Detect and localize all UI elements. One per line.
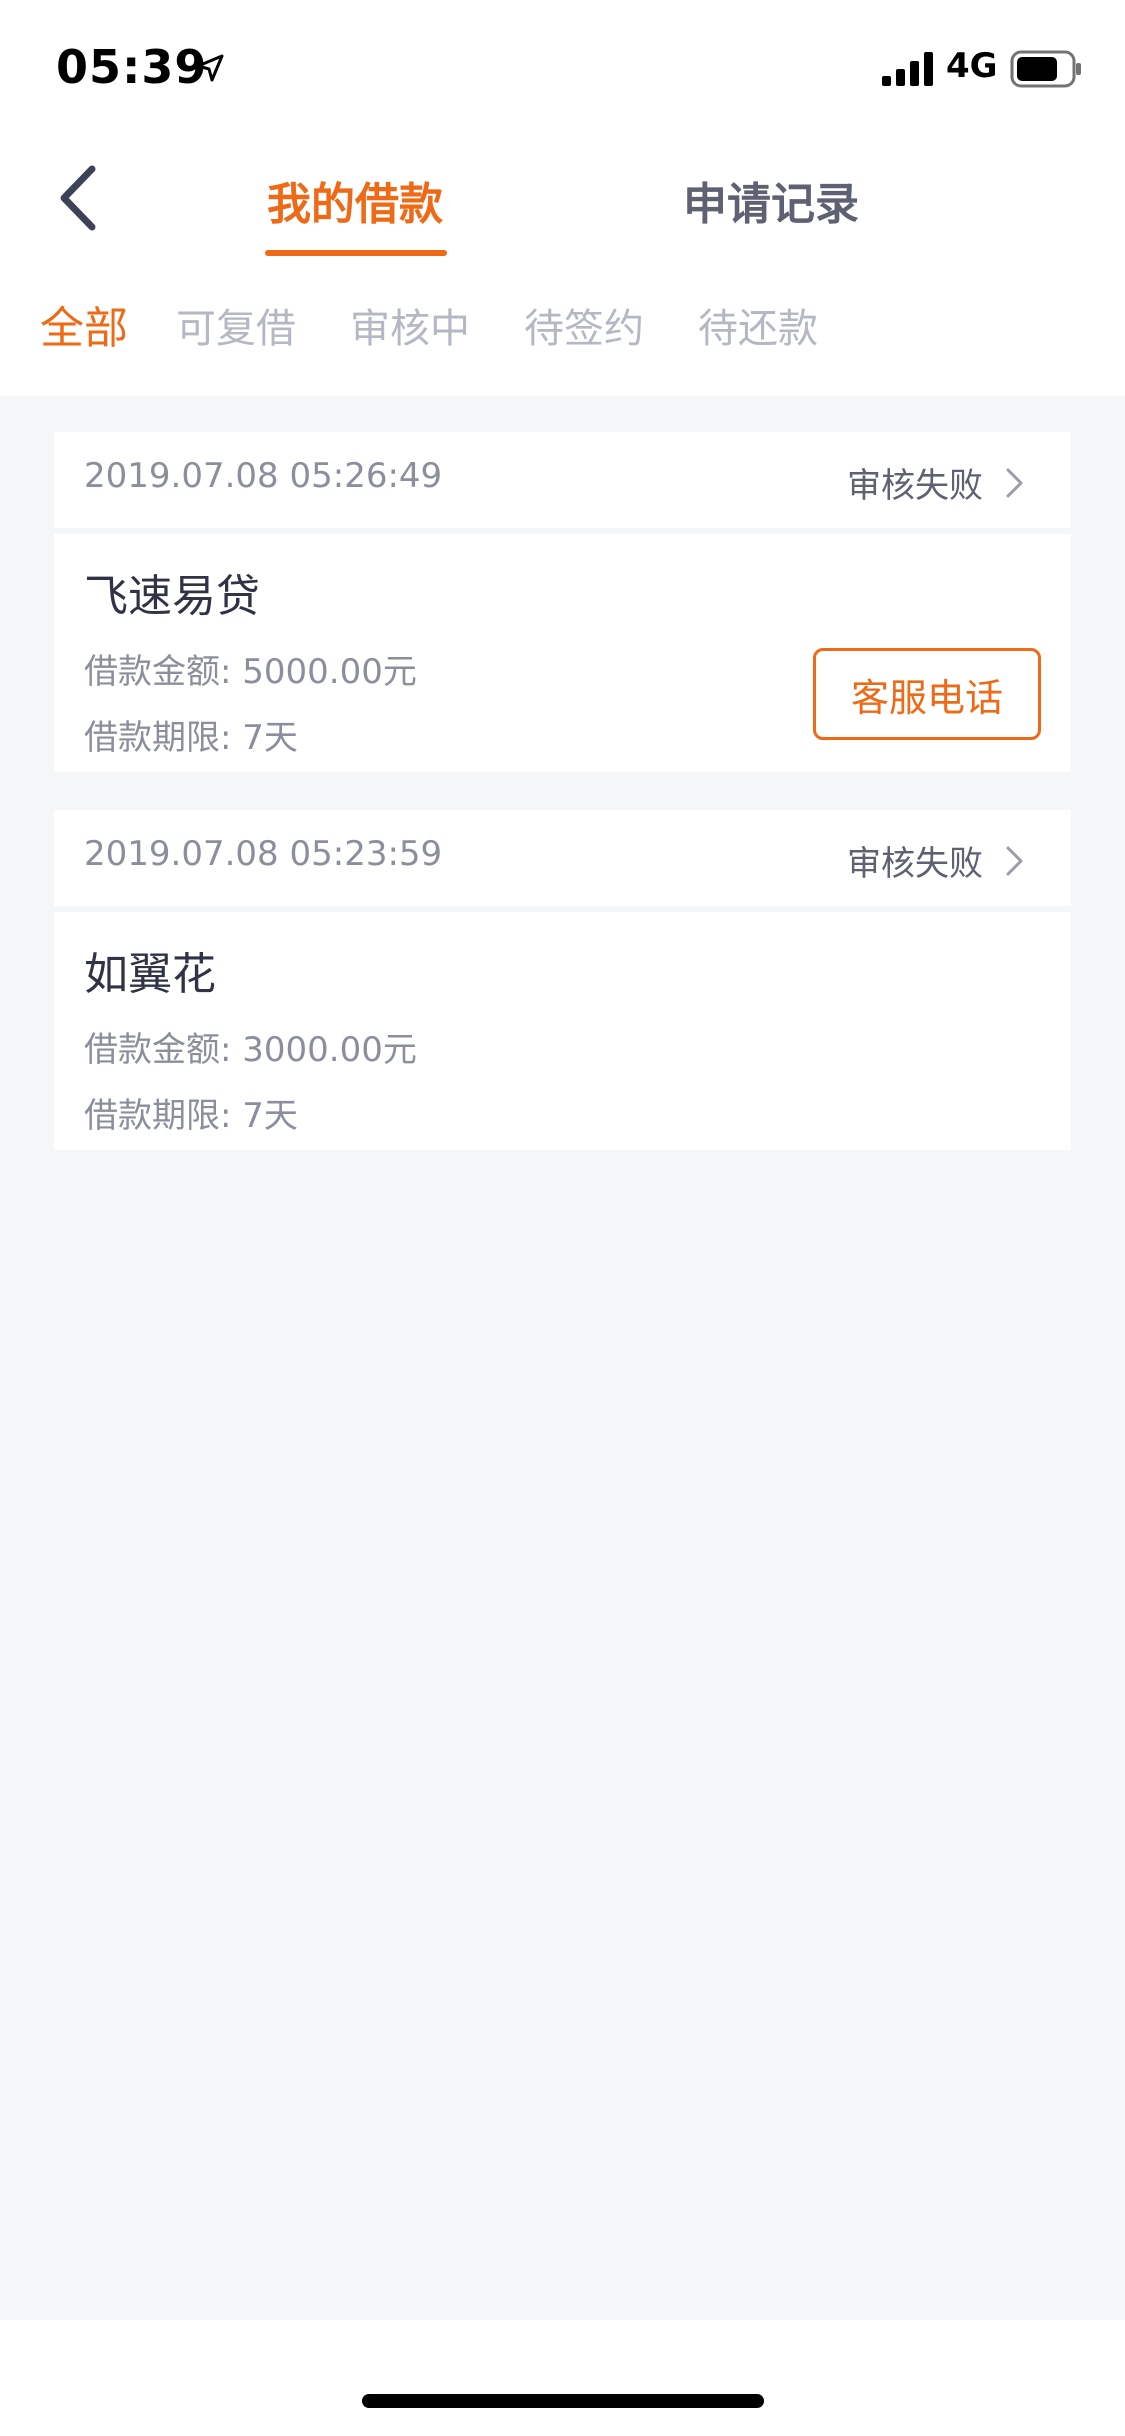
chevron-right-icon — [1006, 468, 1023, 498]
loan-amount-value: 3000.00元 — [242, 1030, 417, 1070]
bottom-safe-area — [0, 2320, 1125, 2436]
loan-term-row: 借款期限: 7天 — [84, 710, 298, 759]
loan-card-body: 如翼花 借款金额: 3000.00元 借款期限: 7天 — [54, 912, 1071, 1150]
filter-pending-repayment[interactable]: 待还款 — [698, 296, 818, 354]
loan-term-label: 借款期限: — [84, 718, 243, 758]
chevron-left-icon — [60, 165, 96, 231]
loan-amount-row: 借款金额: 3000.00元 — [84, 1022, 417, 1071]
home-indicator[interactable] — [362, 2394, 764, 2408]
filter-pending-signing[interactable]: 待签约 — [524, 296, 644, 354]
tab-my-loans[interactable]: 我的借款 — [260, 168, 450, 248]
location-arrow-icon — [196, 54, 224, 82]
back-button[interactable] — [48, 160, 108, 236]
filter-under-review[interactable]: 审核中 — [350, 296, 470, 354]
filter-reborrowable[interactable]: 可复借 — [176, 296, 296, 354]
filter-all[interactable]: 全部 — [40, 292, 128, 356]
customer-service-phone-button[interactable]: 客服电话 — [813, 648, 1041, 740]
loan-status: 审核失败 — [847, 466, 983, 506]
active-tab-underline — [265, 250, 447, 256]
status-bar: 05:39 4G — [0, 0, 1125, 132]
loan-term-value: 7天 — [242, 718, 298, 758]
status-time: 05:39 — [56, 40, 208, 94]
loan-amount-label: 借款金额: — [84, 1030, 243, 1070]
top-section: 05:39 4G 我的借款 申请记录 全部 可复借 审核中 待签约 待还款 — [0, 0, 1125, 396]
network-type: 4G — [946, 46, 998, 86]
loan-term-value: 7天 — [242, 1096, 298, 1136]
loan-product-name: 如翼花 — [84, 949, 216, 1000]
loan-product-name: 飞速易贷 — [84, 571, 260, 622]
loan-card-header[interactable]: 2019.07.08 05:26:49 审核失败 — [54, 432, 1071, 528]
loan-datetime: 2019.07.08 05:26:49 — [84, 456, 443, 496]
loan-term-label: 借款期限: — [84, 1096, 243, 1136]
battery-icon — [1010, 50, 1081, 88]
filter-tabs: 全部 可复借 审核中 待签约 待还款 — [0, 296, 1125, 366]
loan-status: 审核失败 — [847, 844, 983, 884]
loan-term-row: 借款期限: 7天 — [84, 1088, 298, 1137]
loan-amount-value: 5000.00元 — [242, 652, 417, 692]
loan-card-body: 飞速易贷 借款金额: 5000.00元 借款期限: 7天 客服电话 — [54, 534, 1071, 772]
loan-datetime: 2019.07.08 05:23:59 — [84, 834, 443, 874]
loan-amount-row: 借款金额: 5000.00元 — [84, 644, 417, 693]
loan-amount-label: 借款金额: — [84, 652, 243, 692]
signal-icon — [882, 52, 933, 86]
loan-card-header[interactable]: 2019.07.08 05:23:59 审核失败 — [54, 810, 1071, 906]
tab-application-records[interactable]: 申请记录 — [676, 168, 866, 248]
chevron-right-icon — [1006, 846, 1023, 876]
